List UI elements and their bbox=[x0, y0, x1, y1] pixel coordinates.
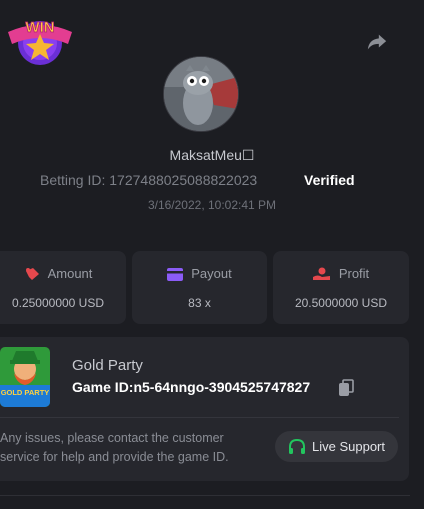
live-support-button[interactable]: Live Support bbox=[275, 431, 398, 462]
verified-label: Verified bbox=[304, 172, 355, 188]
stat-header: Profit bbox=[273, 266, 409, 281]
copy-icon[interactable] bbox=[338, 379, 354, 397]
badge-text: WIN bbox=[25, 19, 54, 36]
thumb-text: GOLD PARTY bbox=[1, 388, 50, 397]
stat-label: Profit bbox=[338, 266, 370, 281]
stat-label: Payout bbox=[191, 266, 232, 281]
stat-label: Amount bbox=[47, 266, 93, 281]
stat-card-amount: Amount 0.25000000 USD bbox=[0, 251, 126, 324]
betting-id-label: Betting ID: bbox=[40, 172, 106, 188]
stat-card-profit: Profit 20.5000000 USD bbox=[273, 251, 409, 324]
stat-value: 0.25000000 USD bbox=[11, 296, 105, 310]
game-id: Game ID:n5-64nngo-3904525747827 bbox=[72, 379, 310, 395]
game-card: GOLD PARTY Gold Party Game ID:n5-64nngo-… bbox=[0, 337, 409, 481]
username: MaksatMeu☐ bbox=[169, 147, 255, 163]
stat-header: Payout bbox=[132, 266, 267, 281]
profit-hand-icon bbox=[312, 267, 330, 280]
headset-icon bbox=[289, 438, 305, 454]
stat-card-payout: Payout 83 x bbox=[132, 251, 267, 324]
stat-value: 20.5000000 USD bbox=[294, 296, 388, 310]
betting-id-value: 1727488025088822023 bbox=[109, 172, 258, 188]
win-badge-logo: WIN bbox=[8, 19, 72, 65]
stat-value: 83 x bbox=[188, 296, 211, 310]
stat-header: Amount bbox=[0, 266, 126, 281]
card-divider bbox=[0, 417, 399, 418]
live-support-label: Live Support bbox=[312, 439, 385, 454]
amount-icon bbox=[25, 268, 39, 280]
avatar-image bbox=[164, 57, 238, 131]
share-icon[interactable] bbox=[366, 31, 388, 53]
game-id-label: Game ID: bbox=[72, 379, 134, 395]
bet-datetime: 3/16/2022, 10:02:41 PM bbox=[147, 198, 277, 212]
gold-party-thumbnail: GOLD PARTY bbox=[0, 347, 50, 407]
avatar bbox=[163, 56, 239, 132]
game-id-value: n5-64nngo-3904525747827 bbox=[133, 379, 311, 395]
game-thumbnail[interactable]: GOLD PARTY bbox=[0, 347, 50, 407]
support-notice: Any issues, please contact the customer … bbox=[0, 431, 229, 464]
bottom-divider bbox=[0, 495, 410, 496]
betting-id-line: Betting ID: 1727488025088822023 bbox=[40, 172, 257, 188]
game-name: Gold Party bbox=[72, 357, 143, 374]
payout-card-icon bbox=[167, 268, 184, 281]
